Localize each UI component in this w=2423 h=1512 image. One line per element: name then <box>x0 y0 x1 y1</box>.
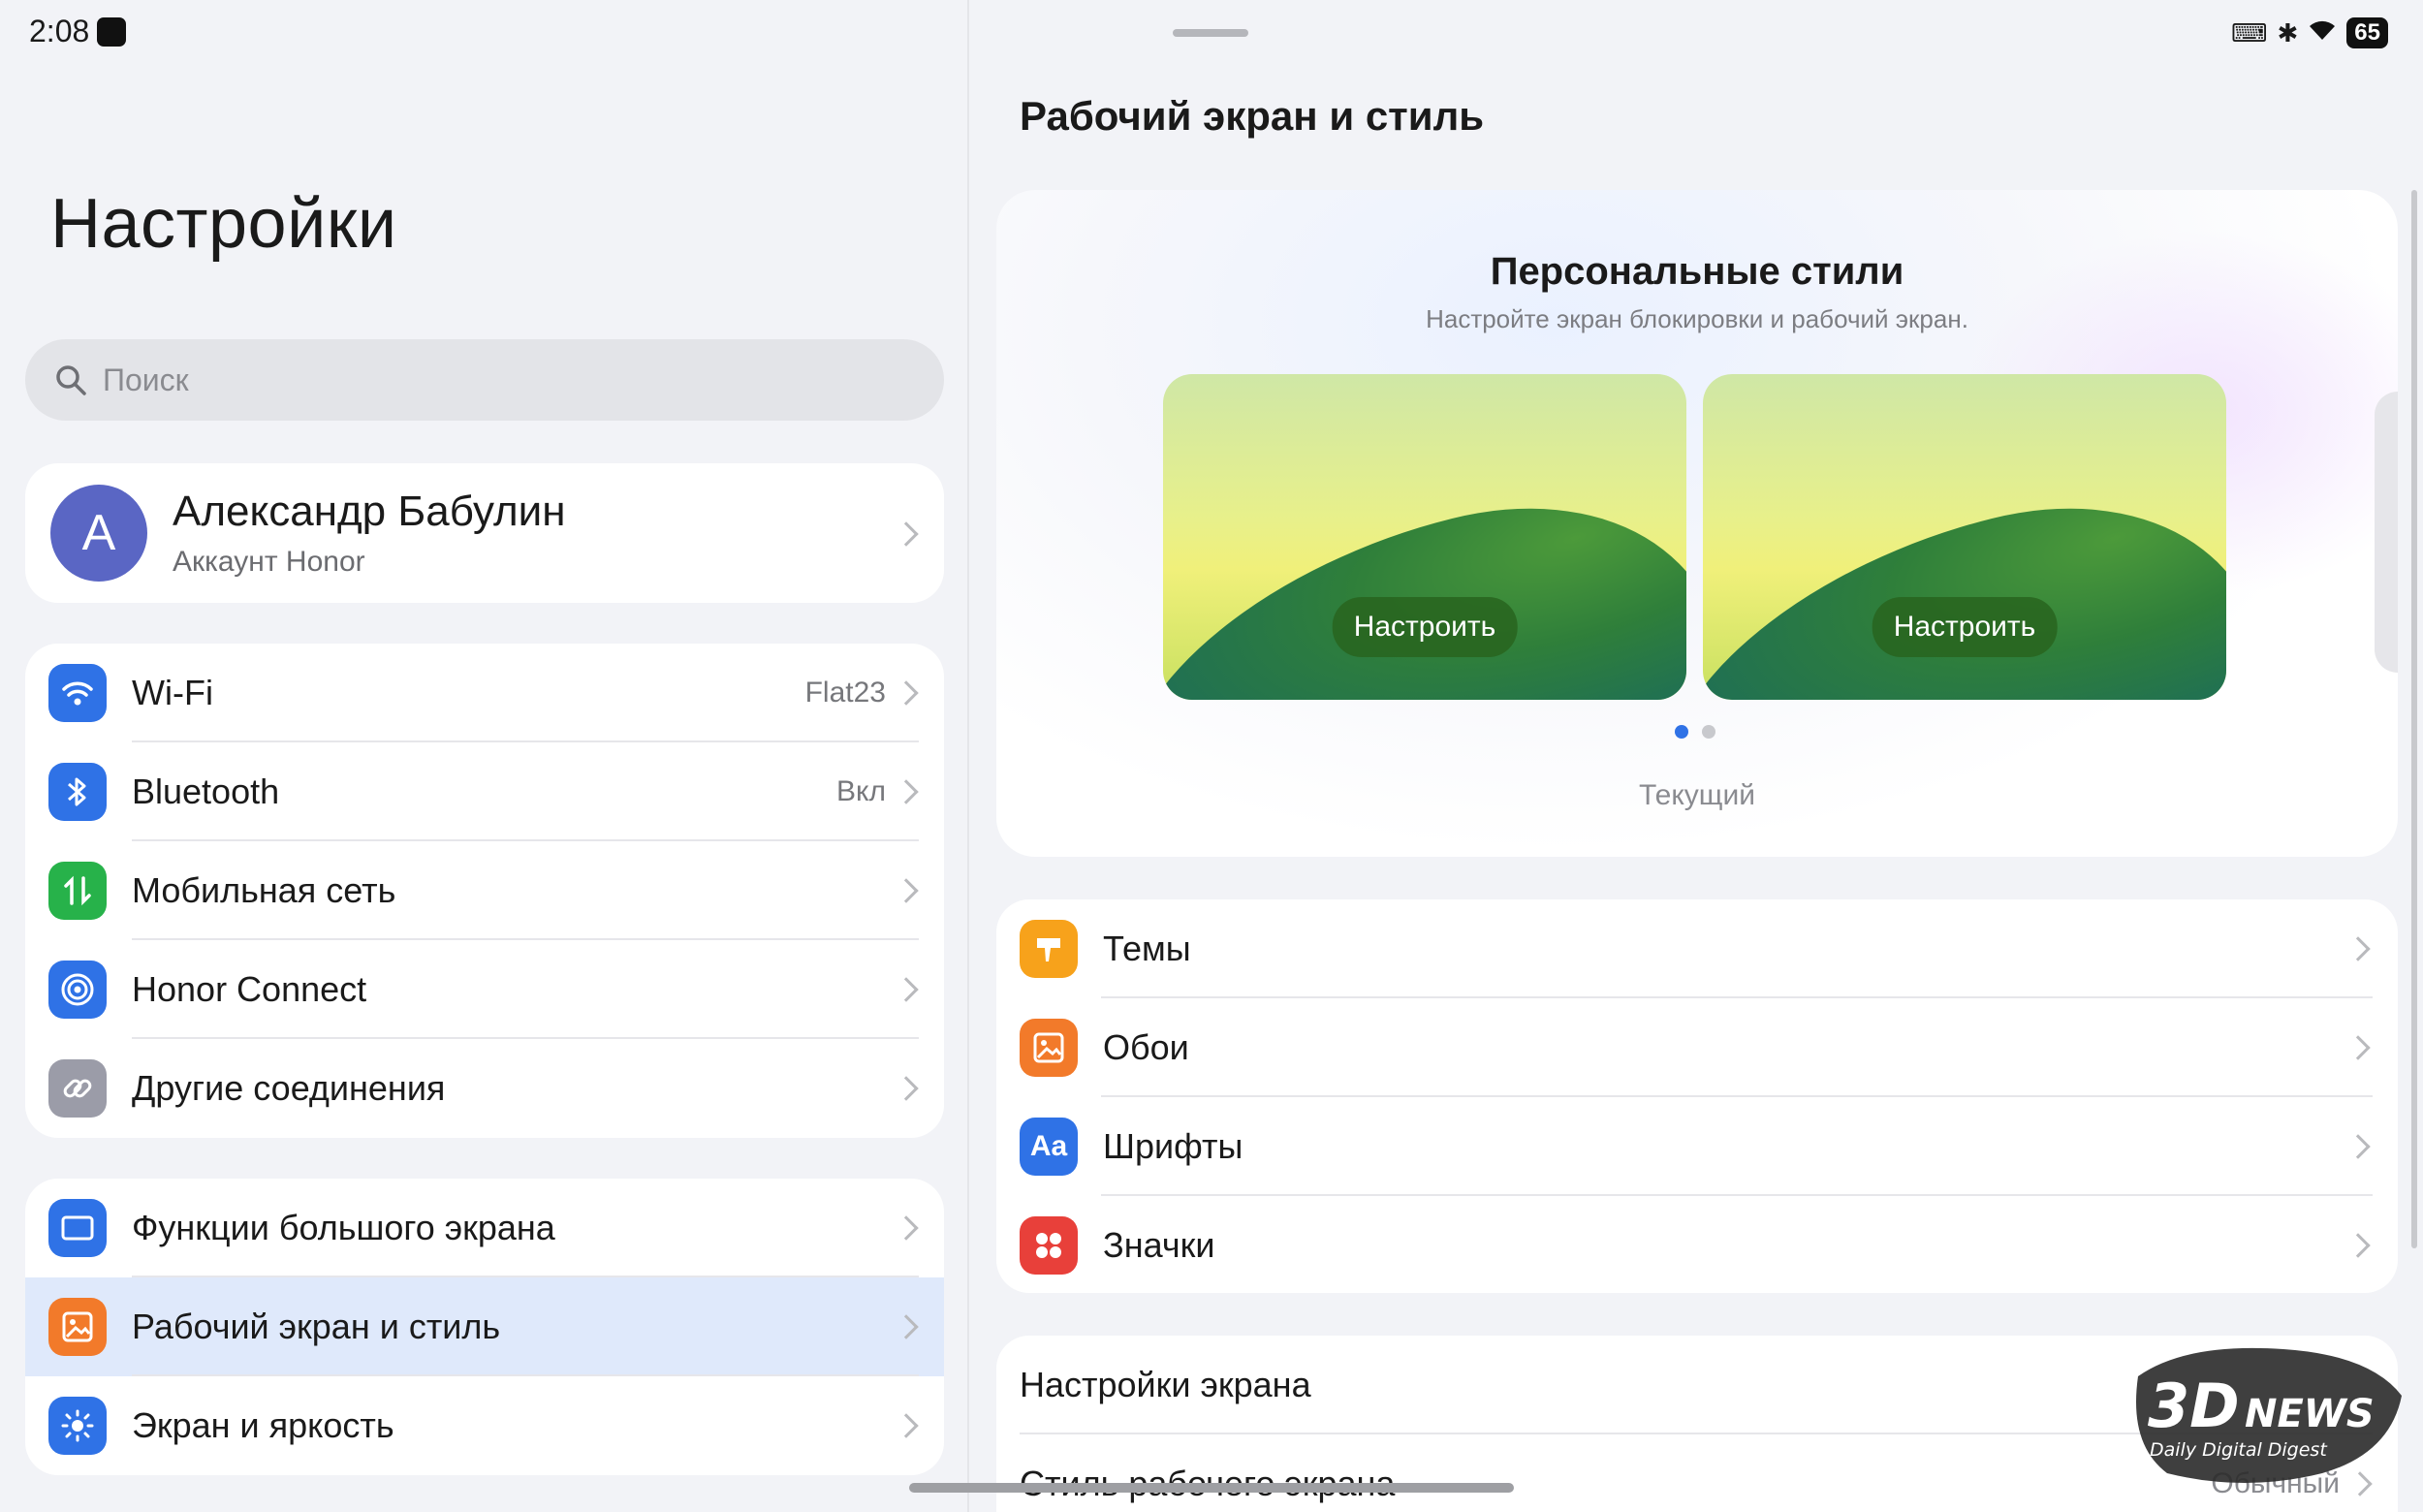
icons-icon <box>1020 1216 1078 1275</box>
brightness-icon <box>48 1397 107 1455</box>
home-indicator[interactable] <box>909 1483 1514 1493</box>
bluetooth-icon <box>48 763 107 821</box>
chevron-right-icon <box>2345 1233 2371 1258</box>
search-bar[interactable] <box>25 339 944 421</box>
chevron-right-icon <box>894 521 919 547</box>
item-value: Flat23 <box>804 677 886 709</box>
honor-connect-icon <box>48 961 107 1019</box>
svg-text:3D: 3D <box>2148 1370 2240 1441</box>
settings-item-large-screen[interactable]: Функции большого экрана <box>25 1179 944 1277</box>
account-name: Александр Бабулин <box>173 488 566 535</box>
chevron-right-icon <box>894 1413 919 1438</box>
personal-styles-card: Персональные стили Настройте экран блоки… <box>996 190 2398 857</box>
wifi-status-icon <box>2308 18 2337 48</box>
watermark-logo: 3D NEWS Daily Digital Digest <box>2136 1347 2402 1483</box>
item-label: Шрифты <box>1103 1126 1243 1166</box>
chevron-right-icon <box>894 878 919 903</box>
pager-dots <box>1675 725 1715 739</box>
settings-item-wifi[interactable]: Wi-Fi Flat23 <box>25 644 944 742</box>
themes-icon <box>1020 920 1078 978</box>
settings-item-mobile-network[interactable]: Мобильная сеть <box>25 841 944 940</box>
wifi-icon <box>48 664 107 722</box>
pager-dot-active[interactable] <box>1675 725 1688 739</box>
item-label: Wi-Fi <box>132 673 213 712</box>
pager-dot[interactable] <box>1702 725 1715 739</box>
status-icons: ⌨ ✱ 65 <box>2231 17 2388 48</box>
item-label: Другие соединения <box>132 1068 446 1108</box>
styles-subtitle: Настройте экран блокировки и рабочий экр… <box>1426 304 1968 333</box>
search-icon <box>56 365 86 395</box>
home-screen-preview[interactable]: Настроить <box>1703 374 2226 700</box>
settings-item-other-connections[interactable]: Другие соединения <box>25 1039 944 1138</box>
chevron-right-icon <box>2345 1035 2371 1060</box>
chevron-right-icon <box>2345 936 2371 961</box>
item-label: Мобильная сеть <box>132 870 396 910</box>
item-label: Honor Connect <box>132 969 367 1009</box>
item-label: Bluetooth <box>132 772 280 811</box>
item-label: Темы <box>1103 929 1191 968</box>
item-label: Обои <box>1103 1027 1189 1067</box>
item-label: Экран и яркость <box>132 1405 394 1445</box>
item-label: Настройки экрана <box>1020 1365 1311 1404</box>
chevron-right-icon <box>2345 1134 2371 1159</box>
display-group: Функции большого экрана Рабочий экран и … <box>25 1179 944 1475</box>
account-subtitle: Аккаунт Honor <box>173 546 365 578</box>
page-title: Настройки <box>50 185 397 263</box>
mobile-data-icon <box>48 862 107 920</box>
wallpaper-icon <box>1020 1019 1078 1077</box>
current-style-label: Текущий <box>1639 779 1755 811</box>
settings-item-home-screen-style[interactable]: Рабочий экран и стиль <box>25 1277 944 1376</box>
chevron-right-icon <box>894 1215 919 1241</box>
bluetooth-status-icon: ✱ <box>2277 17 2299 47</box>
svg-text:Daily Digital Digest: Daily Digital Digest <box>2150 1439 2328 1461</box>
scrollbar[interactable] <box>2411 190 2417 1248</box>
panel-divider <box>967 0 969 1512</box>
lock-screen-preview[interactable]: Настроить <box>1163 374 1686 700</box>
svg-text:NEWS: NEWS <box>2245 1392 2375 1436</box>
settings-item-icons[interactable]: Значки <box>996 1196 2398 1293</box>
customize-home-screen-button[interactable]: Настроить <box>1872 597 2058 657</box>
settings-item-wallpaper[interactable]: Обои <box>996 998 2398 1097</box>
fonts-icon: Aa <box>1020 1118 1078 1176</box>
battery-icon: 65 <box>2346 17 2388 48</box>
styles-title: Персональные стили <box>1490 250 1904 293</box>
settings-item-themes[interactable]: Темы <box>996 899 2398 998</box>
detail-title: Рабочий экран и стиль <box>1020 93 1485 139</box>
style-options-list: Темы Обои Aa Шрифты Значки <box>996 899 2398 1293</box>
item-label: Функции большого экрана <box>132 1208 555 1247</box>
item-label: Значки <box>1103 1225 1215 1265</box>
next-style-peek[interactable] <box>2375 392 2398 673</box>
home-screen-style-icon <box>48 1298 107 1356</box>
search-input[interactable] <box>103 362 897 398</box>
chevron-right-icon <box>894 1076 919 1101</box>
chevron-right-icon <box>894 977 919 1002</box>
item-label: Рабочий экран и стиль <box>132 1307 501 1346</box>
keyboard-icon: ⌨ <box>2230 17 2268 47</box>
settings-item-bluetooth[interactable]: Bluetooth Вкл <box>25 742 944 841</box>
settings-item-honor-connect[interactable]: Honor Connect <box>25 940 944 1039</box>
connections-group: Wi-Fi Flat23 Bluetooth Вкл Мобильная сет… <box>25 644 944 1138</box>
avatar: A <box>50 485 147 582</box>
customize-lock-screen-button[interactable]: Настроить <box>1332 597 1518 657</box>
split-drag-handle[interactable] <box>1173 29 1248 37</box>
account-card[interactable]: A Александр Бабулин Аккаунт Honor <box>25 463 944 603</box>
settings-item-fonts[interactable]: Aa Шрифты <box>996 1097 2398 1196</box>
large-screen-icon <box>48 1199 107 1257</box>
link-icon <box>48 1059 107 1118</box>
settings-item-display-brightness[interactable]: Экран и яркость <box>25 1376 944 1475</box>
chevron-right-icon <box>894 779 919 804</box>
chevron-right-icon <box>894 680 919 706</box>
item-value: Вкл <box>836 775 886 807</box>
chevron-right-icon <box>894 1314 919 1339</box>
settings-sidebar: Настройки A Александр Бабулин Аккаунт Ho… <box>0 0 967 1512</box>
